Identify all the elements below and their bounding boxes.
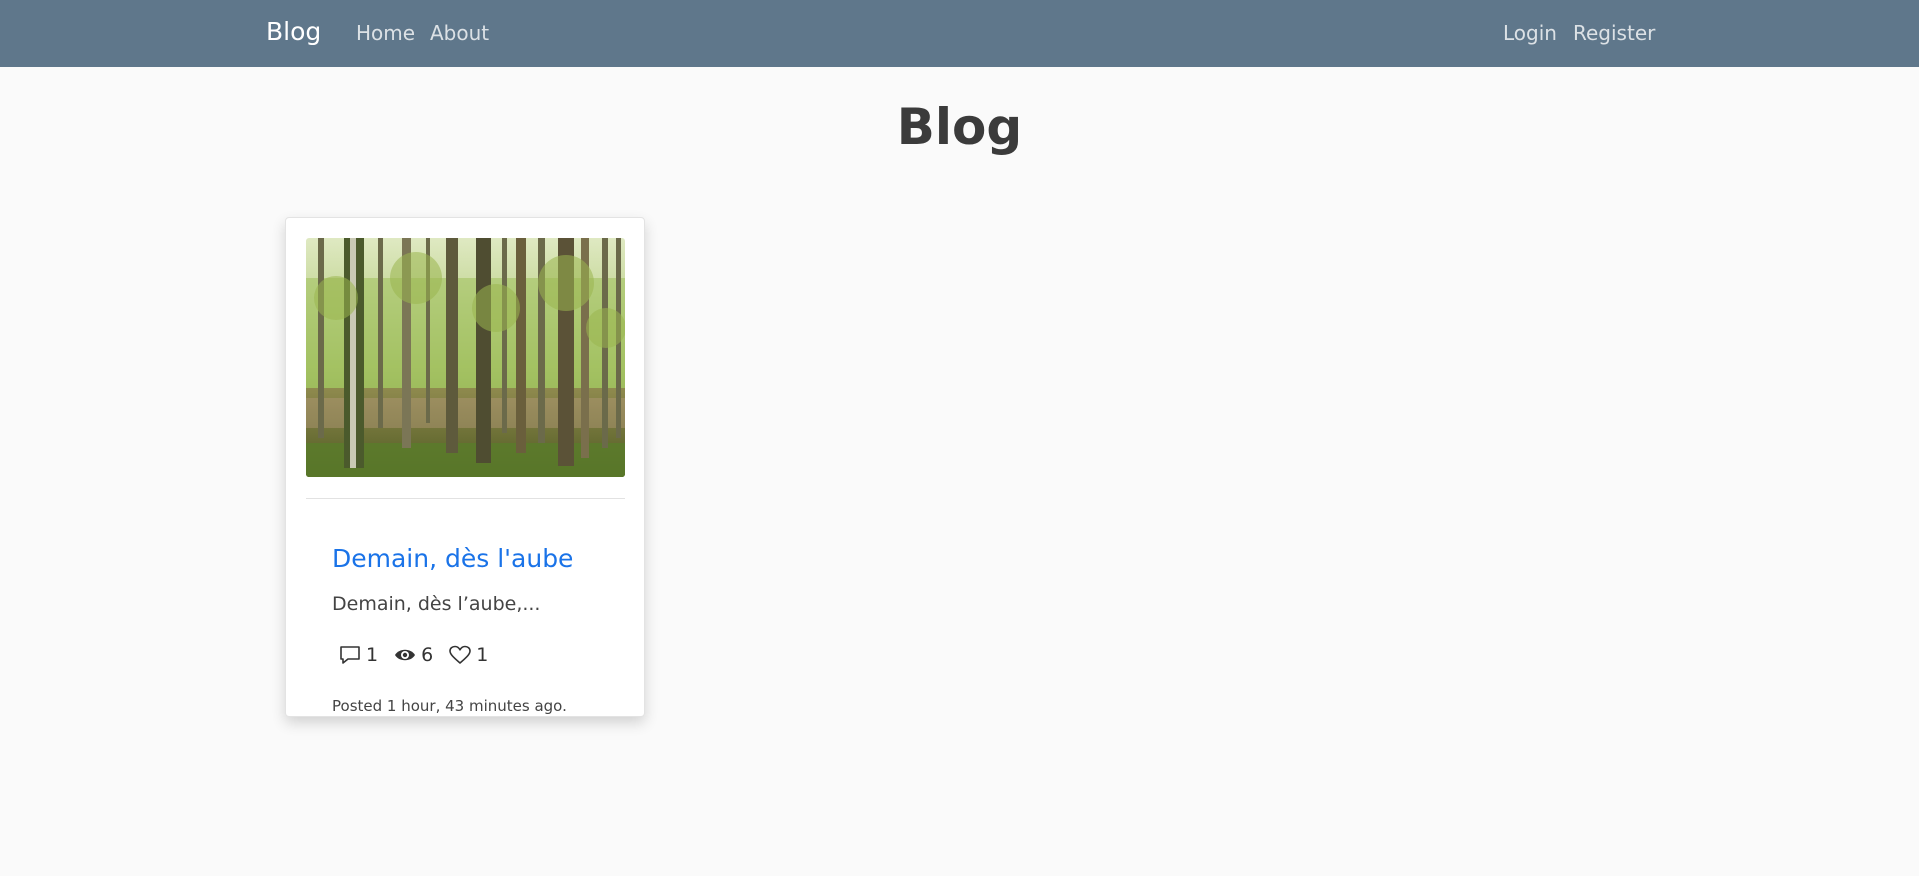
card-divider: [306, 498, 625, 499]
brand-link[interactable]: Blog: [266, 17, 321, 46]
nav-register-link[interactable]: Register: [1573, 21, 1655, 45]
post-title-link[interactable]: Demain, dès l'aube: [332, 544, 573, 573]
heart-icon[interactable]: [449, 645, 471, 665]
post-card: Demain, dès l'aube Demain, dès l’aube,..…: [285, 217, 645, 717]
forest-photo-icon: [306, 238, 625, 477]
nav-about-link[interactable]: About: [430, 21, 489, 45]
post-timestamp: Posted 1 hour, 43 minutes ago.: [332, 697, 567, 715]
post-image[interactable]: [306, 238, 625, 477]
comment-stat: 1: [339, 644, 378, 666]
like-stat[interactable]: 1: [449, 644, 488, 666]
view-stat: 6: [394, 644, 433, 666]
page-title: Blog: [896, 98, 1023, 156]
nav-home-link[interactable]: Home: [356, 21, 415, 45]
like-count: 1: [476, 644, 489, 666]
comment-icon: [340, 646, 360, 664]
post-stats: 1 6 1: [339, 642, 504, 668]
comment-count: 1: [366, 644, 379, 666]
post-excerpt: Demain, dès l’aube,...: [332, 593, 541, 615]
eye-icon: [395, 649, 416, 661]
nav-login-link[interactable]: Login: [1503, 21, 1557, 45]
view-count: 6: [421, 644, 434, 666]
navbar: Blog Home About Login Register: [0, 0, 1919, 67]
